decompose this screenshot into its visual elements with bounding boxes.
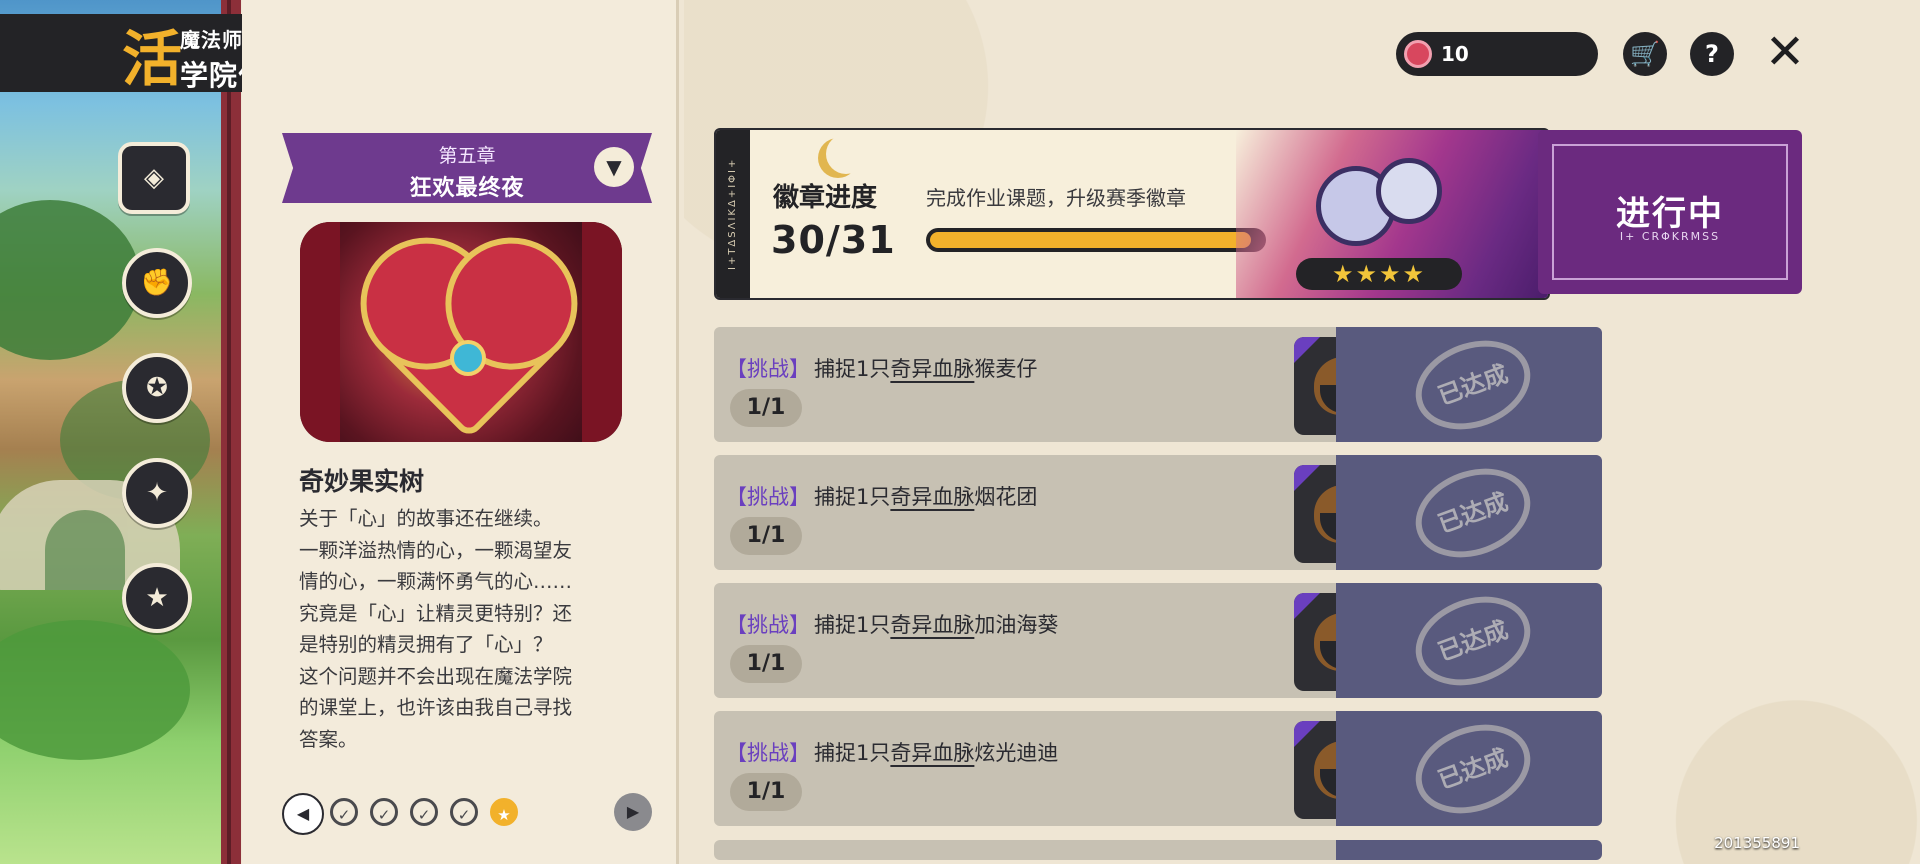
task-text: 捕捉1只奇异血脉烟花团 bbox=[814, 485, 1038, 509]
badge-progress-desc: 完成作业课题，升级赛季徽章 bbox=[926, 186, 1186, 210]
task-tag: 【挑战】 bbox=[726, 485, 810, 509]
task-row[interactable]: 【挑战】 捕捉1只奇异血脉加油海葵 1/1 ✓ x1 ✓ x50 已达成 bbox=[714, 581, 1602, 701]
badge-star-orb-icon bbox=[1376, 158, 1442, 224]
status-label: 进行中 bbox=[1616, 194, 1724, 234]
desc-line: 答案。 bbox=[299, 727, 358, 751]
currency-display: 10 bbox=[1396, 32, 1598, 76]
nav-fist-button[interactable]: ✊ bbox=[122, 248, 192, 318]
nav-star-flag-button[interactable]: ★ bbox=[122, 563, 192, 633]
nav-star-orb-button[interactable]: ✪ bbox=[122, 353, 192, 423]
task-row[interactable]: 【挑战】 捕捉1只奇异血脉炫光迪迪 1/1 ✓ x1 ✓ x50 已达成 bbox=[714, 709, 1602, 829]
chapter-pager: ◀ ✓ ✓ ✓ ✓ ★ ▶ bbox=[282, 793, 652, 835]
help-button[interactable]: ? bbox=[1690, 32, 1734, 76]
cart-icon: 🛒 bbox=[1630, 40, 1660, 68]
watermark-id: 201355891 bbox=[1714, 834, 1800, 852]
close-icon: ✕ bbox=[1764, 24, 1806, 80]
star-orb-icon: ✪ bbox=[146, 373, 168, 403]
gear-check-icon[interactable]: ✓ bbox=[330, 798, 358, 826]
currency-value: 10 bbox=[1441, 42, 1469, 66]
desc-line: 关于「心」的故事还在继续。 bbox=[299, 507, 553, 530]
task-progress: 1/1 bbox=[730, 517, 802, 555]
star-flag-icon: ★ bbox=[145, 583, 169, 613]
completed-stamp: 已达成 bbox=[1403, 709, 1543, 829]
next-chapter-button[interactable]: ▶ bbox=[614, 793, 652, 831]
task-complete-area: 已达成 bbox=[1336, 453, 1602, 573]
desc-line: 情的心，一颗满怀勇气的心…… bbox=[299, 570, 573, 593]
badge-progress-banner: I+TΔSΛIKΔ+IΦI+ 徽章进度 完成作业课题，升级赛季徽章 30/31 … bbox=[714, 128, 1550, 300]
status-ticket: 进行中 I+ CRΦKRMSS bbox=[1538, 130, 1802, 294]
chapter-header: 第五章 狂欢最终夜 ▼ bbox=[282, 133, 652, 203]
chapter-dropdown-button[interactable]: ▼ bbox=[594, 147, 634, 187]
badge-progress-bar bbox=[926, 228, 1266, 252]
handbook-icon: ◈ bbox=[144, 163, 164, 193]
task-text: 捕捉1只奇异血脉加油海葵 bbox=[814, 613, 1059, 637]
gear-check-icon[interactable]: ✓ bbox=[370, 798, 398, 826]
status-sub-label: I+ CRΦKRMSS bbox=[1619, 230, 1721, 243]
badge-coin-icon bbox=[1404, 40, 1432, 68]
desc-line: 一颗洋溢热情的心，一颗渴望友 bbox=[299, 538, 573, 562]
task-tag: 【挑战】 bbox=[726, 357, 810, 381]
badge-stars: ★★★★ bbox=[1296, 258, 1462, 290]
task-row[interactable]: 【挑战】 捕捉1只奇异血脉猴麦仔 1/1 ✓ x1 ✓ x50 已达成 bbox=[714, 325, 1602, 445]
creature-icon: ✦ bbox=[146, 478, 168, 508]
task-row-partial bbox=[714, 840, 1602, 860]
chevron-down-icon: ▼ bbox=[606, 155, 622, 179]
shop-button[interactable]: 🛒 bbox=[1623, 32, 1667, 76]
check-circle-icon[interactable]: ✓ bbox=[450, 798, 478, 826]
desc-line: 这个问题并不会出现在魔法学院 bbox=[299, 664, 573, 688]
item-description: 关于「心」的故事还在继续。 一颗洋溢热情的心，一颗渴望友 情的心，一颗满怀勇气的… bbox=[299, 503, 634, 755]
completed-stamp: 已达成 bbox=[1403, 581, 1543, 701]
reward-artwork bbox=[300, 222, 622, 442]
task-progress: 1/1 bbox=[730, 389, 802, 427]
task-text: 捕捉1只奇异血脉猴麦仔 bbox=[814, 357, 1038, 381]
nav-creature-button[interactable]: ✦ bbox=[122, 458, 192, 528]
background-tree bbox=[0, 620, 190, 760]
close-button[interactable]: ✕ bbox=[1761, 28, 1809, 76]
task-tag: 【挑战】 bbox=[726, 613, 810, 637]
check-circle-icon[interactable]: ✓ bbox=[410, 798, 438, 826]
task-text: 捕捉1只奇异血脉炫光迪迪 bbox=[814, 741, 1059, 765]
desc-line: 是特别的精灵拥有了「心」？ bbox=[299, 633, 553, 656]
arrow-right-icon: ▶ bbox=[626, 802, 640, 821]
task-complete-area: 已达成 bbox=[1336, 709, 1602, 829]
item-name: 奇妙果实树 bbox=[299, 467, 425, 496]
star-circle-icon[interactable]: ★ bbox=[490, 798, 518, 826]
moon-icon bbox=[826, 134, 866, 174]
nav-handbook-button[interactable]: ◈ bbox=[118, 142, 190, 214]
desc-line: 的课堂上，也许该由我自己寻找 bbox=[299, 696, 573, 719]
task-row[interactable]: 【挑战】 捕捉1只奇异血脉烟花团 1/1 ✓ x1 ✓ x50 已达成 bbox=[714, 453, 1602, 573]
task-progress: 1/1 bbox=[730, 645, 802, 683]
task-tag: 【挑战】 bbox=[726, 741, 810, 765]
banner-spine-text: I+TΔSΛIKΔ+IΦI+ bbox=[716, 130, 750, 298]
background-scene bbox=[0, 0, 235, 864]
question-icon: ? bbox=[1705, 40, 1719, 68]
completed-stamp: 已达成 bbox=[1403, 453, 1543, 573]
chapter-info-panel: 第五章 狂欢最终夜 ▼ 奇妙果实树 关于「心」的故事还在继续。 一颗洋溢热情的心… bbox=[242, 0, 679, 864]
task-complete-area: 已达成 bbox=[1336, 325, 1602, 445]
prev-chapter-button[interactable]: ◀ bbox=[282, 793, 324, 835]
background-tree bbox=[0, 200, 140, 360]
desc-line: 究竟是「心」让精灵更特别？还 bbox=[299, 601, 573, 625]
badge-progress-count: 30/31 bbox=[771, 218, 896, 262]
badge-progress-fill bbox=[930, 232, 1251, 248]
nav-divider bbox=[221, 0, 241, 864]
completed-stamp: 已达成 bbox=[1403, 325, 1543, 445]
badge-progress-label: 徽章进度 bbox=[773, 183, 878, 213]
task-progress: 1/1 bbox=[730, 773, 802, 811]
fist-icon: ✊ bbox=[140, 268, 174, 298]
task-complete-area: 已达成 bbox=[1336, 581, 1602, 701]
arrow-left-icon: ◀ bbox=[296, 804, 310, 823]
